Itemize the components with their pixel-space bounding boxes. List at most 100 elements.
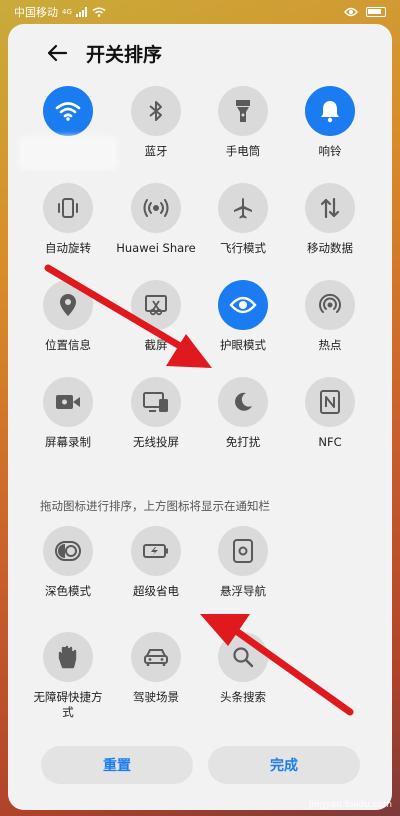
- tile-label: 悬浮导航: [220, 584, 266, 598]
- eye-toggle[interactable]: [218, 280, 268, 330]
- active-tile[interactable]: 屏幕录制: [22, 377, 114, 450]
- huawei-share-icon: [143, 197, 169, 219]
- tile-label: 无线投屏: [133, 435, 179, 449]
- cast-icon: [143, 391, 169, 413]
- active-tile[interactable]: 响铃: [284, 86, 376, 159]
- active-tile[interactable]: 移动数据: [284, 183, 376, 256]
- done-button[interactable]: 完成: [208, 746, 360, 784]
- moon-icon: [232, 391, 254, 413]
- hotspot-toggle[interactable]: [305, 280, 355, 330]
- bluetooth-icon: [147, 100, 165, 122]
- active-tile[interactable]: 位置信息: [22, 280, 114, 353]
- huawei-share-toggle[interactable]: [131, 183, 181, 233]
- active-tile[interactable]: 无线投屏: [110, 377, 202, 450]
- active-tile[interactable]: 手电筒: [197, 86, 289, 159]
- tile-label: 屏幕录制: [45, 435, 91, 449]
- tile-label: 护眼模式: [220, 338, 266, 352]
- tile-label: 深色模式: [45, 584, 91, 598]
- sort-hint: 拖动图标进行排序，上方图标将显示在通知栏: [40, 499, 270, 513]
- floating-nav-toggle[interactable]: [218, 526, 268, 576]
- inactive-tile[interactable]: 驾驶场景: [110, 632, 202, 705]
- inactive-tile[interactable]: 超级省电: [110, 526, 202, 599]
- signal-tag: 4G: [62, 8, 72, 16]
- auto-rotate-toggle[interactable]: [43, 183, 93, 233]
- tile-label: 头条搜索: [220, 690, 266, 704]
- screen-record-icon: [55, 393, 81, 411]
- tile-label: 截屏: [144, 338, 168, 352]
- car-toggle[interactable]: [131, 632, 181, 682]
- watermark: jingyan.baidu.com: [308, 800, 392, 810]
- back-button[interactable]: [42, 38, 72, 68]
- screen-record-toggle[interactable]: [43, 377, 93, 427]
- tile-label: 无障碍快捷方式: [33, 690, 103, 719]
- reset-button[interactable]: 重置: [41, 746, 193, 784]
- active-tile[interactable]: 热点: [284, 280, 376, 353]
- active-tile[interactable]: 护眼模式: [197, 280, 289, 353]
- status-bar: 中国移动 4G: [0, 0, 400, 24]
- wifi-toggle[interactable]: [43, 86, 93, 136]
- bell-toggle[interactable]: [305, 86, 355, 136]
- location-icon: [58, 293, 78, 317]
- quick-settings-panel: 开关排序 蓝牙 手电筒 响铃自动旋转 Huawei Share 飞行模式 移动数据位置信息…: [8, 24, 392, 810]
- nfc-icon: [320, 390, 340, 414]
- battery-icon: [366, 7, 386, 17]
- carrier-label: 中国移动: [14, 6, 58, 19]
- tile-label: 免打扰: [225, 435, 261, 449]
- battery-saver-toggle[interactable]: [131, 526, 181, 576]
- tile-label: 响铃: [318, 144, 342, 158]
- page-title: 开关排序: [86, 44, 163, 66]
- hotspot-icon: [318, 293, 342, 317]
- bluetooth-toggle[interactable]: [131, 86, 181, 136]
- location-toggle[interactable]: [43, 280, 93, 330]
- inactive-tile[interactable]: 悬浮导航: [197, 526, 289, 599]
- battery-saver-icon: [143, 542, 169, 560]
- active-tile[interactable]: 截屏: [110, 280, 202, 353]
- nfc-toggle[interactable]: [305, 377, 355, 427]
- tile-label: NFC: [318, 435, 342, 449]
- flashlight-toggle[interactable]: [218, 86, 268, 136]
- redacted-label: [18, 136, 118, 170]
- tile-label: 超级省电: [133, 584, 179, 598]
- inactive-tile[interactable]: 深色模式: [22, 526, 114, 599]
- active-tile[interactable]: Huawei Share: [110, 183, 202, 256]
- active-tile[interactable]: 飞行模式: [197, 183, 289, 256]
- search-toggle[interactable]: [218, 632, 268, 682]
- search-icon: [232, 646, 254, 668]
- accessibility-icon: [57, 645, 79, 669]
- wifi-status-icon: [92, 7, 106, 17]
- active-tile[interactable]: 蓝牙: [110, 86, 202, 159]
- active-tile[interactable]: 自动旋转: [22, 183, 114, 256]
- floating-nav-icon: [233, 539, 253, 563]
- signal-icon: [75, 7, 87, 17]
- tile-label: 驾驶场景: [133, 690, 179, 704]
- mobile-data-toggle[interactable]: [305, 183, 355, 233]
- airplane-toggle[interactable]: [218, 183, 268, 233]
- back-arrow-icon: [47, 44, 68, 62]
- tile-label: 飞行模式: [220, 241, 266, 255]
- tile-label: 位置信息: [45, 338, 91, 352]
- flashlight-icon: [235, 99, 251, 123]
- tile-label: 蓝牙: [144, 144, 168, 158]
- car-icon: [143, 647, 169, 667]
- tile-label: 自动旋转: [45, 241, 91, 255]
- wifi-icon: [55, 100, 81, 122]
- airplane-icon: [231, 196, 255, 220]
- tile-label: Huawei Share: [116, 241, 196, 255]
- inactive-tile[interactable]: 头条搜索: [197, 632, 289, 705]
- tile-label: 热点: [318, 338, 342, 352]
- dark-mode-icon: [55, 540, 81, 562]
- active-tile[interactable]: 免打扰: [197, 377, 289, 450]
- bell-icon: [319, 99, 341, 123]
- inactive-tile[interactable]: 无障碍快捷方式: [22, 632, 114, 720]
- moon-toggle[interactable]: [218, 377, 268, 427]
- tile-label: 手电筒: [225, 144, 261, 158]
- eye-icon: [229, 295, 257, 315]
- accessibility-toggle[interactable]: [43, 632, 93, 682]
- screenshot-icon: [144, 293, 168, 317]
- active-tile[interactable]: NFC: [284, 377, 376, 450]
- cast-toggle[interactable]: [131, 377, 181, 427]
- eye-status-icon: [344, 7, 358, 17]
- dark-mode-toggle[interactable]: [43, 526, 93, 576]
- header: 开关排序: [8, 24, 392, 84]
- screenshot-toggle[interactable]: [131, 280, 181, 330]
